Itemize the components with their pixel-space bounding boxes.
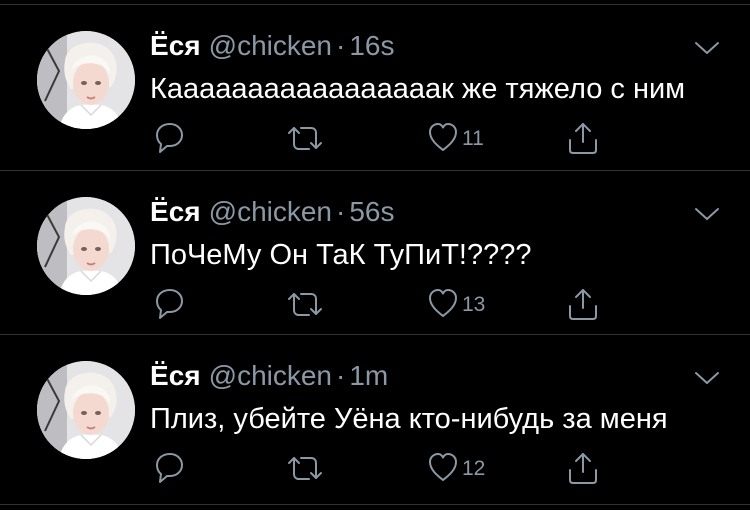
like-button[interactable]: 12 <box>428 451 498 485</box>
like-count: 12 <box>462 457 486 480</box>
tweet-timestamp[interactable]: 56s <box>349 196 394 227</box>
retweet-icon[interactable] <box>285 451 325 485</box>
tweet-header: Ёся @chicken · 16s <box>150 29 395 63</box>
author-handle[interactable]: @chicken <box>209 360 332 391</box>
heart-icon <box>428 287 458 321</box>
separator-dot: · <box>336 360 346 391</box>
reply-icon[interactable] <box>155 121 185 155</box>
tweet-text: Плиз, убейте Уёна кто-нибудь за меня <box>150 403 668 435</box>
heart-icon <box>428 451 458 485</box>
tweet-timestamp[interactable]: 1m <box>349 360 388 391</box>
share-icon[interactable] <box>566 121 600 155</box>
author-name[interactable]: Ёся <box>150 196 201 227</box>
author-name[interactable]: Ёся <box>150 30 201 61</box>
tweet-timestamp[interactable]: 16s <box>349 30 394 61</box>
heart-icon <box>428 121 458 155</box>
author-name[interactable]: Ёся <box>150 360 201 391</box>
tweet-header: Ёся @chicken · 56s <box>150 195 395 229</box>
bottom-divider <box>0 504 750 505</box>
reply-icon[interactable] <box>155 287 185 321</box>
author-handle[interactable]: @chicken <box>209 30 332 61</box>
tweet-timeline: Ёся @chicken · 16s Кааааааааааааааааак же т… <box>0 0 750 510</box>
chevron-down-icon[interactable] <box>694 40 720 56</box>
chevron-down-icon[interactable] <box>694 206 720 222</box>
share-icon[interactable] <box>566 287 600 321</box>
like-button[interactable]: 13 <box>428 287 498 321</box>
tweet-text: Кааааааааааааааааак же тяжело с ним <box>150 73 686 105</box>
author-handle[interactable]: @chicken <box>209 196 332 227</box>
chevron-down-icon[interactable] <box>694 370 720 386</box>
like-count: 11 <box>462 127 484 150</box>
retweet-icon[interactable] <box>285 287 325 321</box>
tweet[interactable]: Ёся @chicken · 16s Кааааааааааааааааак же т… <box>0 4 750 170</box>
share-icon[interactable] <box>566 451 600 485</box>
separator-dot: · <box>336 196 346 227</box>
retweet-icon[interactable] <box>285 121 325 155</box>
reply-icon[interactable] <box>155 451 185 485</box>
like-button[interactable]: 11 <box>428 121 498 155</box>
like-count: 13 <box>462 293 486 316</box>
avatar[interactable] <box>37 197 135 295</box>
tweet-text: ПоЧеМу Он ТаК ТуПиТ!???? <box>150 239 532 271</box>
avatar[interactable] <box>37 361 135 459</box>
avatar[interactable] <box>37 31 135 129</box>
tweet-header: Ёся @chicken · 1m <box>150 359 388 393</box>
tweet[interactable]: Ёся @chicken · 56s ПоЧеМу Он ТаК ТуПиТ!????… <box>0 170 750 336</box>
separator-dot: · <box>336 30 346 61</box>
tweet[interactable]: Ёся @chicken · 1m Плиз, убейте Уёна кто-ниб… <box>0 334 750 500</box>
